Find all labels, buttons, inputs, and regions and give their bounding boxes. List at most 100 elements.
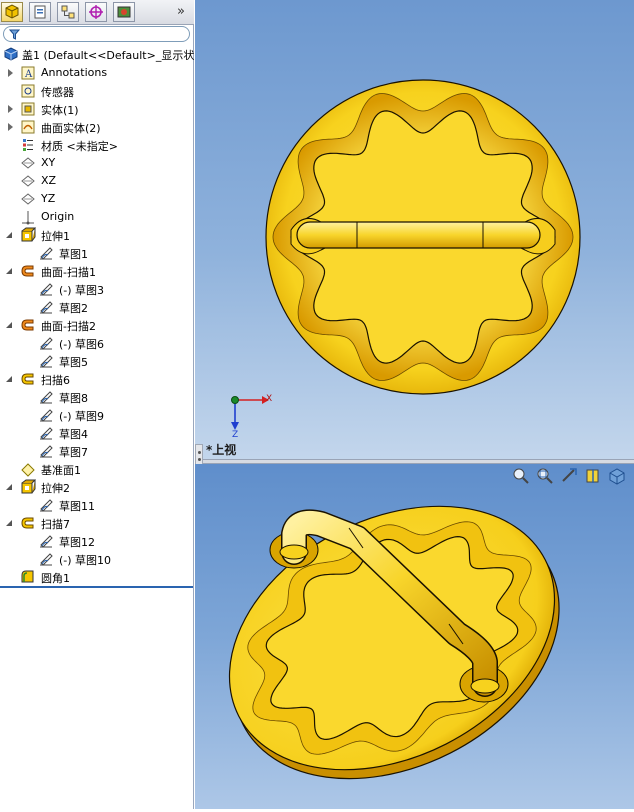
extrude-icon — [20, 227, 37, 243]
tree-item-label: 草图12 — [59, 536, 95, 549]
tree-item[interactable]: 草图4 — [0, 424, 194, 442]
material-icon — [20, 137, 36, 153]
sweep-icon — [20, 515, 36, 531]
tree-item[interactable]: 草图7 — [0, 442, 194, 460]
view-orientation-icon — [609, 468, 625, 485]
viewport-isometric[interactable] — [195, 464, 634, 809]
dimxpert-manager-tab[interactable] — [85, 2, 107, 22]
tree-item-label: 草图11 — [59, 500, 95, 513]
collapse-arrow-icon[interactable] — [6, 232, 12, 238]
tree-item-label: 曲面实体(2) — [41, 122, 101, 135]
collapse-arrow-icon[interactable] — [6, 322, 12, 328]
sketch-icon — [38, 299, 54, 315]
surface-sweep-icon — [20, 263, 36, 279]
tree-item[interactable]: 圆角1 — [0, 568, 194, 586]
tree-item[interactable]: 草图12 — [0, 532, 194, 550]
tree-item[interactable]: 拉伸2 — [0, 478, 194, 496]
previous-view-icon — [562, 468, 577, 482]
sketch-icon — [38, 551, 54, 567]
tree-item[interactable]: XY — [0, 154, 194, 172]
tree-item[interactable]: 曲面实体(2) — [0, 118, 194, 136]
section-view-button[interactable] — [584, 467, 602, 485]
tree-item[interactable]: 草图8 — [0, 388, 194, 406]
tree-item[interactable]: 草图1 — [0, 244, 194, 262]
property-manager-tab[interactable] — [29, 2, 51, 22]
tree-item[interactable]: 拉伸1 — [0, 226, 194, 244]
tree-item[interactable]: 实体(1) — [0, 100, 194, 118]
plane-icon — [20, 191, 36, 207]
previous-view-button[interactable] — [560, 467, 578, 485]
ref-plane-icon — [20, 461, 36, 477]
tree-item-label: 曲面-扫描1 — [41, 266, 96, 279]
zoom-area-button[interactable] — [536, 467, 554, 485]
svg-text:A: A — [24, 69, 33, 80]
tree-item[interactable]: (-) 草图3 — [0, 280, 194, 298]
sketch-icon — [38, 497, 54, 513]
more-tabs-button[interactable]: » — [177, 4, 185, 19]
tree-item[interactable]: 传感器 — [0, 82, 194, 100]
expand-arrow-icon[interactable] — [8, 105, 13, 113]
sketch-icon — [38, 533, 54, 549]
extrude-icon — [20, 479, 37, 495]
part-name: 盖1 (Default<<Default>_显示状态 — [22, 49, 206, 62]
tree-item-label: YZ — [41, 192, 56, 205]
tree-item-label: 曲面-扫描2 — [41, 320, 96, 333]
view-orientation-button[interactable] — [608, 467, 626, 485]
tree-item[interactable]: 曲面-扫描2 — [0, 316, 194, 334]
tree-item[interactable]: 扫描7 — [0, 514, 194, 532]
tree-item[interactable]: 基准面1 — [0, 460, 194, 478]
display-icon — [117, 6, 131, 18]
tree-item[interactable]: XZ — [0, 172, 194, 190]
tree-item[interactable]: 材质 <未指定> — [0, 136, 194, 154]
tree-item[interactable]: YZ — [0, 190, 194, 208]
tree-item[interactable]: (-) 草图6 — [0, 334, 194, 352]
plane-icon — [20, 173, 36, 189]
property-icon — [34, 5, 46, 19]
tree-item[interactable]: 草图11 — [0, 496, 194, 514]
sketch-icon — [38, 443, 54, 459]
expand-arrow-icon[interactable] — [8, 69, 13, 77]
zoom-to-fit-icon — [513, 468, 529, 484]
feature-manager-panel: » 盖1 (Default<<Default>_显示状态 A Annotation… — [0, 0, 205, 809]
configuration-icon — [61, 5, 75, 19]
feature-tree-icon — [5, 4, 19, 19]
tree-item[interactable]: 曲面-扫描1 — [0, 262, 194, 280]
tree-item-label: 草图7 — [59, 446, 88, 459]
sketch-icon — [38, 245, 54, 261]
tree-item-label: 实体(1) — [41, 104, 79, 117]
configuration-manager-tab[interactable] — [57, 2, 79, 22]
feature-tree-tab[interactable] — [1, 2, 23, 22]
tree-filter-field[interactable] — [3, 26, 190, 42]
tree-item-label: (-) 草图9 — [59, 410, 105, 423]
collapse-arrow-icon[interactable] — [6, 484, 12, 490]
tree-item[interactable]: A Annotations — [0, 64, 194, 82]
tree-item-label: 扫描7 — [41, 518, 70, 531]
zoom-area-icon — [537, 468, 553, 484]
expand-arrow-icon[interactable] — [8, 123, 13, 131]
collapse-arrow-icon[interactable] — [6, 520, 12, 526]
tree-item-label: 扫描6 — [41, 374, 70, 387]
tree-item-label: 草图2 — [59, 302, 88, 315]
collapse-arrow-icon[interactable] — [6, 268, 12, 274]
filter-icon — [9, 29, 20, 40]
sketch-icon — [38, 425, 54, 441]
handle-bar — [296, 221, 541, 249]
sketch-icon — [38, 353, 54, 369]
zoom-to-fit-button[interactable] — [512, 467, 530, 485]
tree-item[interactable]: 草图2 — [0, 298, 194, 316]
tree-item[interactable]: 扫描6 — [0, 370, 194, 388]
display-manager-tab[interactable] — [113, 2, 135, 22]
tree-item[interactable]: 草图5 — [0, 352, 194, 370]
view-orientation-label: *上视 — [206, 443, 237, 457]
tree-item-label: (-) 草图6 — [59, 338, 105, 351]
collapse-arrow-icon[interactable] — [6, 376, 12, 382]
tree-root-part[interactable]: 盖1 (Default<<Default>_显示状态 — [0, 45, 205, 63]
tree-item[interactable]: (-) 草图10 — [0, 550, 194, 568]
triad-x-label: X — [266, 394, 273, 404]
tree-item[interactable]: Origin — [0, 208, 194, 226]
manager-tab-bar: » — [0, 0, 194, 25]
tree-item-label: (-) 草图10 — [59, 554, 112, 567]
tree-item[interactable]: (-) 草图9 — [0, 406, 194, 424]
tree-item-label: 圆角1 — [41, 572, 70, 585]
dimxpert-icon — [89, 5, 103, 19]
